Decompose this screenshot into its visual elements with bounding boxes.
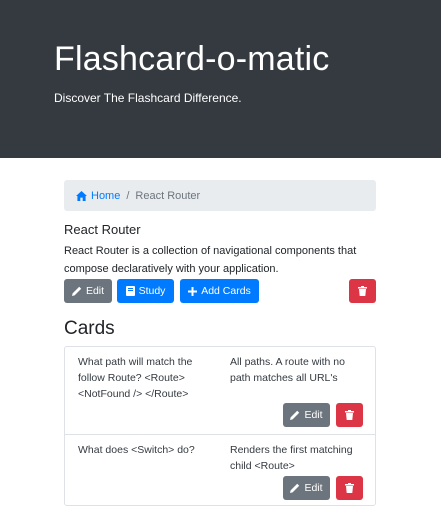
breadcrumb-current: React Router bbox=[135, 189, 201, 202]
plus-icon bbox=[188, 286, 198, 296]
app-subtitle: Discover The Flashcard Difference. bbox=[54, 91, 242, 105]
home-icon bbox=[76, 190, 87, 201]
breadcrumb-home-label: Home bbox=[91, 189, 121, 202]
pencil-icon bbox=[290, 410, 300, 420]
card-item: What path will match the follow Route? <… bbox=[65, 347, 375, 435]
edit-deck-label: Edit bbox=[85, 285, 105, 297]
trash-icon bbox=[345, 483, 354, 493]
pencil-icon bbox=[290, 483, 300, 493]
edit-deck-button[interactable]: Edit bbox=[64, 279, 112, 303]
study-label: Study bbox=[138, 285, 166, 297]
deck-description: React Router is a collection of navigati… bbox=[64, 245, 357, 275]
add-cards-label: Add Cards bbox=[201, 285, 251, 297]
trash-icon bbox=[345, 410, 354, 420]
header-jumbotron: Flashcard-o-matic Discover The Flashcard… bbox=[0, 0, 441, 158]
card-front-text: What does <Switch> do? bbox=[78, 444, 195, 456]
study-button[interactable]: Study bbox=[117, 279, 174, 303]
book-icon bbox=[125, 286, 135, 296]
card-back-text: All paths. A route with no path matches … bbox=[230, 356, 345, 384]
add-cards-button[interactable]: Add Cards bbox=[180, 279, 259, 303]
delete-card-button[interactable] bbox=[336, 476, 363, 500]
card-front-text: What path will match the follow Route? <… bbox=[78, 356, 193, 400]
edit-card-label: Edit bbox=[304, 482, 323, 494]
cards-heading: Cards bbox=[64, 318, 115, 339]
edit-card-button[interactable]: Edit bbox=[283, 476, 330, 500]
card-list: What path will match the follow Route? <… bbox=[64, 346, 376, 506]
deck-name: React Router bbox=[64, 222, 141, 237]
delete-deck-button[interactable] bbox=[349, 279, 376, 303]
breadcrumb-home-link[interactable]: Home bbox=[76, 190, 120, 202]
breadcrumb: Home / React Router bbox=[64, 180, 376, 211]
breadcrumb-separator: / bbox=[126, 189, 130, 202]
edit-card-label: Edit bbox=[304, 409, 323, 421]
edit-card-button[interactable]: Edit bbox=[283, 403, 330, 427]
trash-icon bbox=[358, 286, 367, 296]
delete-card-button[interactable] bbox=[336, 403, 363, 427]
pencil-icon bbox=[71, 286, 82, 296]
app-title: Flashcard-o-matic bbox=[54, 40, 330, 78]
card-back-text: Renders the first matching child <Route> bbox=[230, 444, 353, 472]
card-item: What does <Switch> do? Renders the first… bbox=[65, 435, 375, 505]
